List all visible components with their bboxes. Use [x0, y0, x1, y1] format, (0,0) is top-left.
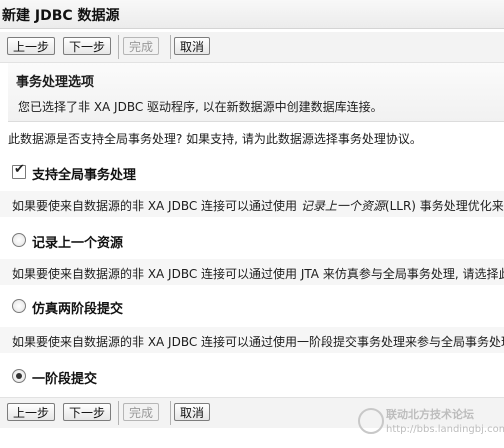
toolbar-divider: [118, 35, 119, 59]
finish-button[interactable]: 完成: [123, 403, 160, 421]
emulate-description: 如果要使来自数据源的非 XA JDBC 连接可以通过使用 JTA 来仿真参与全局…: [12, 267, 504, 281]
option-llr-label: 记录上一个资源: [32, 236, 124, 251]
toolbar-divider: [170, 401, 171, 425]
top-button-bar: 上一步 下一步 完成 取消: [0, 32, 504, 63]
section-description: 您已选择了非 XA JDBC 驱动程序, 以在新数据源中创建数据库连接。: [18, 100, 383, 114]
next-button[interactable]: 下一步: [63, 37, 112, 55]
radio-llr[interactable]: [12, 233, 26, 247]
check-icon: ✔: [14, 162, 25, 177]
window-title: 新建 JDBC 数据源: [2, 8, 120, 24]
section-header: 事务处理选项 您已选择了非 XA JDBC 驱动程序, 以在新数据源中创建数据库…: [8, 63, 504, 122]
one-phase-description-row: 如果要使来自数据源的非 XA JDBC 连接可以通过使用一阶段提交事务处理来参与…: [0, 327, 504, 353]
prev-button[interactable]: 上一步: [7, 403, 56, 421]
radio-selected-dot: [16, 373, 22, 379]
radio-one-phase[interactable]: [12, 369, 26, 383]
toolbar-divider: [118, 401, 119, 425]
llr-description-row: 如果要使来自数据源的非 XA JDBC 连接可以通过使用 记录上一个资源(LLR…: [0, 191, 504, 217]
llr-description-emphasis: 记录上一个资源: [300, 199, 385, 213]
llr-description-suffix: (LLR) 事务处理优化来参: [384, 199, 504, 213]
section-title: 事务处理选项: [16, 75, 95, 90]
option-emulate-2pc-label: 仿真两阶段提交: [32, 302, 124, 317]
cancel-button[interactable]: 取消: [174, 37, 211, 55]
cancel-button[interactable]: 取消: [174, 403, 211, 421]
title-bar: 新建 JDBC 数据源: [0, 0, 504, 29]
finish-button[interactable]: 完成: [123, 37, 160, 55]
watermark-logo-icon: [358, 408, 384, 434]
prev-button[interactable]: 上一步: [7, 37, 56, 55]
watermark-name: 联动北方技术论坛: [386, 408, 474, 421]
llr-description: 如果要使来自数据源的非 XA JDBC 连接可以通过使用 记录上一个资源(LLR…: [12, 197, 504, 214]
question-text: 此数据源是否支持全局事务处理? 如果支持, 请为此数据源选择事务处理协议。: [8, 132, 422, 146]
one-phase-description: 如果要使来自数据源的非 XA JDBC 连接可以通过使用一阶段提交事务处理来参与…: [12, 335, 504, 349]
toolbar-divider: [170, 35, 171, 59]
option-one-phase-label: 一阶段提交: [32, 372, 98, 387]
watermark-url: http://bbs.landingbj.com: [386, 424, 504, 435]
watermark: 联动北方技术论坛 http://bbs.landingbj.com: [358, 404, 504, 444]
radio-emulate-2pc[interactable]: [12, 299, 26, 313]
llr-description-prefix: 如果要使来自数据源的非 XA JDBC 连接可以通过使用: [12, 199, 301, 213]
checkbox-control[interactable]: ✔: [12, 162, 26, 179]
next-button[interactable]: 下一步: [63, 403, 112, 421]
global-tx-label: 支持全局事务处理: [32, 168, 137, 183]
emulate-description-row: 如果要使来自数据源的非 XA JDBC 连接可以通过使用 JTA 来仿真参与全局…: [0, 259, 504, 285]
